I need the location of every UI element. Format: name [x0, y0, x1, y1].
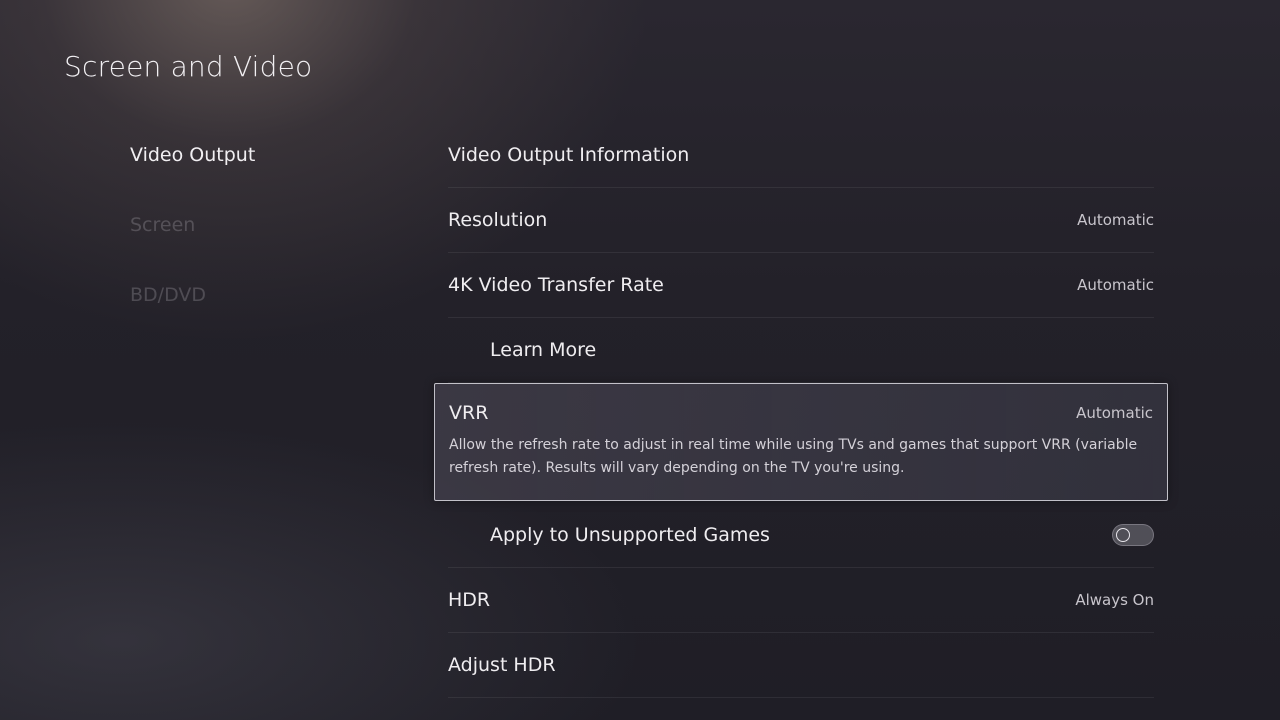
- setting-row-4k-video-transfer-rate[interactable]: 4K Video Transfer Rate Automatic: [448, 253, 1154, 318]
- sidebar-item-label: BD/DVD: [130, 284, 206, 306]
- sidebar-item-label: Video Output: [130, 144, 256, 166]
- setting-label: 4K Video Transfer Rate: [448, 274, 664, 296]
- setting-value: Always On: [1075, 591, 1154, 609]
- setting-row-vrr[interactable]: VRR Automatic Allow the refresh rate to …: [434, 383, 1168, 501]
- setting-row-apply-to-unsupported-games[interactable]: Apply to Unsupported Games: [448, 503, 1154, 568]
- settings-list: Video Output Information Resolution Auto…: [434, 123, 1168, 698]
- setting-row-header: VRR Automatic: [449, 402, 1153, 424]
- setting-label: Apply to Unsupported Games: [490, 524, 770, 546]
- setting-value: Automatic: [1076, 404, 1153, 422]
- page-title: Screen and Video: [64, 50, 313, 83]
- toggle-switch[interactable]: [1112, 524, 1154, 546]
- setting-row-learn-more[interactable]: Learn More: [448, 318, 1154, 383]
- setting-label: VRR: [449, 402, 489, 424]
- setting-label: Video Output Information: [448, 144, 690, 166]
- sidebar-item-bd-dvd[interactable]: BD/DVD: [130, 280, 390, 350]
- sidebar-item-label: Screen: [130, 214, 196, 236]
- sidebar-item-screen[interactable]: Screen: [130, 210, 390, 280]
- setting-row-adjust-hdr[interactable]: Adjust HDR: [448, 633, 1154, 698]
- setting-value: Automatic: [1077, 211, 1154, 229]
- setting-label: Resolution: [448, 209, 548, 231]
- sidebar: Video Output Screen BD/DVD: [130, 140, 390, 350]
- setting-value: Automatic: [1077, 276, 1154, 294]
- setting-label: Learn More: [490, 339, 597, 361]
- setting-label: HDR: [448, 589, 491, 611]
- setting-row-resolution[interactable]: Resolution Automatic: [448, 188, 1154, 253]
- setting-description: Allow the refresh rate to adjust in real…: [449, 437, 1138, 476]
- toggle-knob: [1116, 528, 1130, 542]
- setting-label: Adjust HDR: [448, 654, 556, 676]
- setting-row-hdr[interactable]: HDR Always On: [448, 568, 1154, 633]
- setting-row-video-output-information[interactable]: Video Output Information: [448, 123, 1154, 188]
- sidebar-item-video-output[interactable]: Video Output: [130, 140, 390, 210]
